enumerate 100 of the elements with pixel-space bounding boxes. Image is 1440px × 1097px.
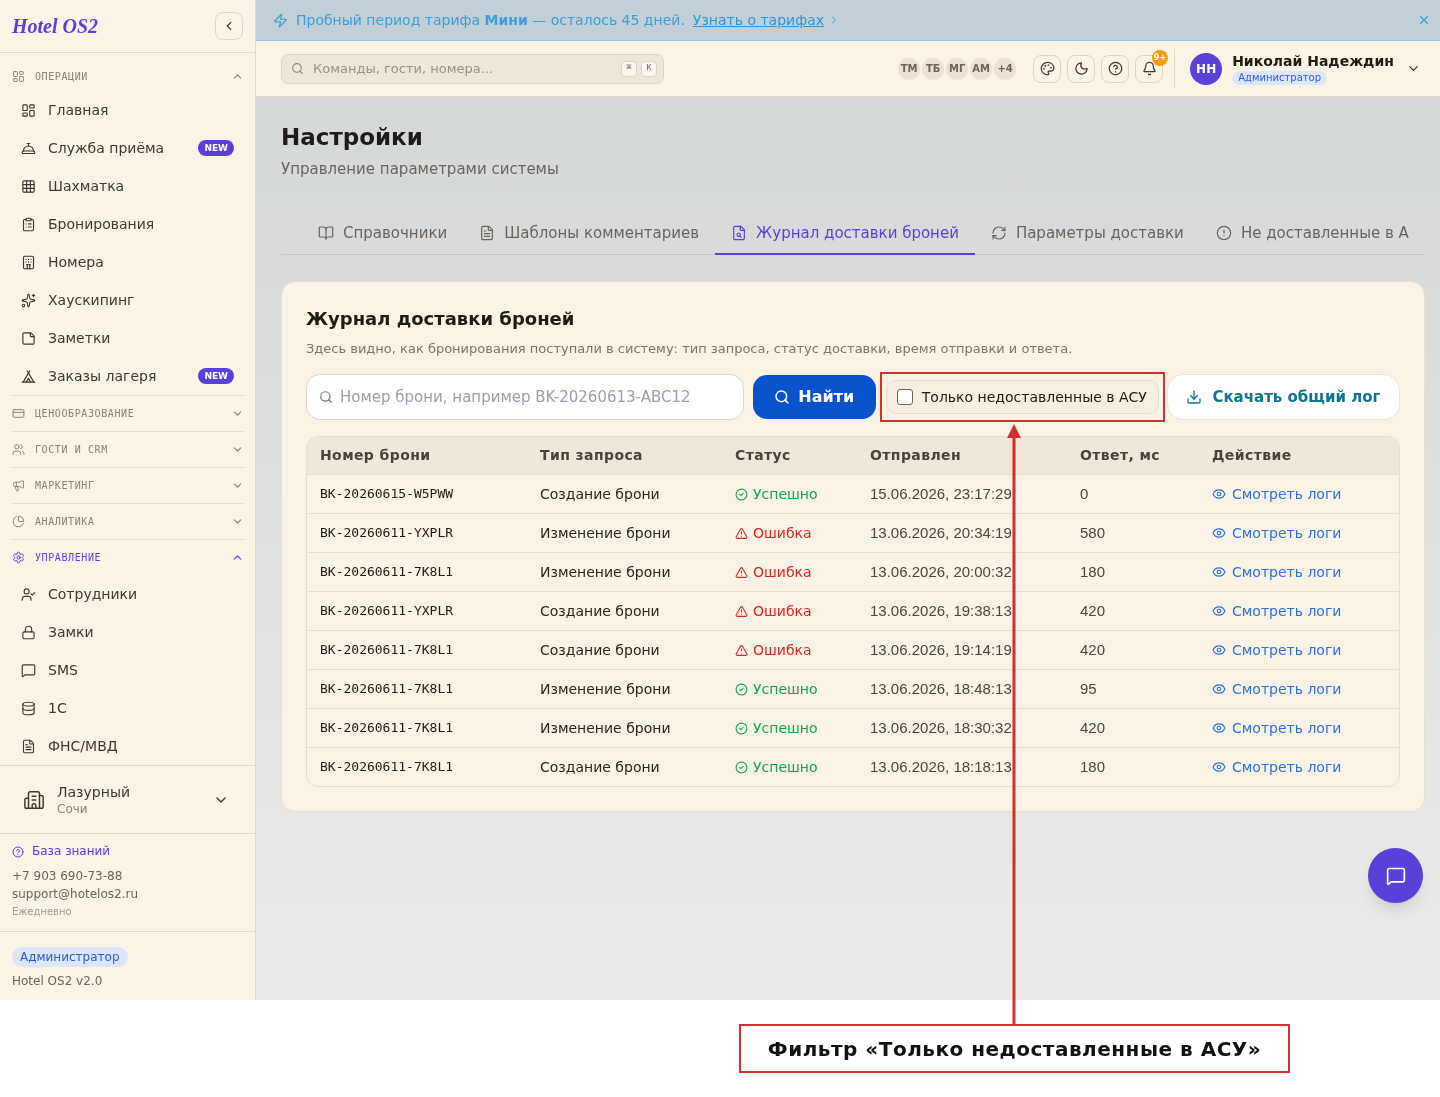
- alert-circle-icon: [1215, 225, 1232, 241]
- sidebar-item[interactable]: Шахматка: [0, 167, 255, 205]
- booking-number: BK-20260611-7K8L1: [319, 680, 455, 699]
- status-text: Успешно: [753, 679, 818, 699]
- help-icon: [12, 845, 24, 858]
- users-icon: [12, 443, 25, 456]
- user-check-icon: [21, 586, 36, 602]
- check-circle-icon: [735, 682, 748, 696]
- user-role-badge: Администратор: [1232, 71, 1328, 85]
- eye-icon: [1212, 526, 1226, 540]
- notification-count: 9+: [1151, 49, 1169, 66]
- knowledge-base-link[interactable]: База знаний: [12, 843, 243, 860]
- response-time: 420: [1080, 602, 1106, 619]
- settings-tab[interactable]: Параметры доставки: [974, 213, 1200, 255]
- booking-number: BK-20260611-YXPLR: [319, 524, 455, 543]
- pie-chart-icon: [12, 515, 25, 528]
- sidebar-item[interactable]: Заказы лагеря NEW: [0, 357, 255, 395]
- file-search-icon: [731, 225, 748, 241]
- sent-time: 13.06.2026, 18:30:32: [870, 719, 1012, 736]
- booking-number: BK-20260611-7K8L1: [319, 719, 455, 738]
- service-bell-icon: [21, 140, 36, 156]
- help-button[interactable]: [1101, 54, 1130, 83]
- chat-icon: [1385, 865, 1406, 886]
- status-text: Ошибка: [753, 562, 812, 582]
- card-icon: [12, 407, 25, 420]
- section-header[interactable]: ЦЕНООБРАЗОВАНИЕ: [12, 395, 244, 431]
- booking-search-field[interactable]: Номер брони, например BK-20260613-ABC12: [306, 374, 744, 420]
- booking-number: BK-20260611-7K8L1: [319, 758, 455, 777]
- download-log-button[interactable]: Скачать общий лог: [1166, 374, 1400, 420]
- lightning-icon: [273, 12, 288, 28]
- eye-icon: [1212, 721, 1226, 735]
- palette-icon: [1039, 61, 1055, 76]
- settings-tab[interactable]: Журнал доставки броней: [715, 213, 975, 255]
- sidebar-item[interactable]: Заметки: [0, 319, 255, 357]
- view-logs-link[interactable]: Смотреть логи: [1212, 483, 1342, 505]
- sidebar-item[interactable]: Номера: [0, 243, 255, 281]
- search-icon: [291, 61, 304, 75]
- sidebar-item[interactable]: Хаускипинг: [0, 281, 255, 319]
- sent-time: 15.06.2026, 23:17:29: [870, 485, 1012, 502]
- megaphone-icon: [12, 479, 25, 492]
- property-selector[interactable]: Лазурный Сочи: [0, 765, 255, 833]
- sent-time: 13.06.2026, 18:18:13: [870, 758, 1012, 775]
- search-button[interactable]: Найти: [752, 375, 876, 419]
- building-icon: [23, 788, 45, 811]
- booking-number: BK-20260611-7K8L1: [319, 641, 455, 660]
- dashboard-icon: [12, 69, 25, 83]
- response-time: 95: [1080, 680, 1097, 697]
- settings-tab[interactable]: Шаблоны комментариев: [463, 213, 716, 255]
- section-header[interactable]: МАРКЕТИНГ: [12, 467, 244, 503]
- column-header: Тип запроса: [539, 446, 644, 465]
- sent-time: 13.06.2026, 19:14:19: [870, 641, 1012, 658]
- eye-icon: [1212, 643, 1226, 657]
- section-header[interactable]: УПРАВЛЕНИЕ: [12, 539, 244, 575]
- section-header[interactable]: ОПЕРАЦИИ: [12, 61, 244, 91]
- dark-mode-button[interactable]: [1067, 54, 1096, 83]
- sidebar-item[interactable]: ФНС/МВД: [0, 727, 255, 765]
- section-header[interactable]: ГОСТИ И CRM: [12, 431, 244, 467]
- check-circle-icon: [735, 760, 748, 774]
- user-avatar: НН: [1190, 52, 1223, 85]
- sidebar-item[interactable]: 1С: [0, 689, 255, 727]
- view-logs-link[interactable]: Смотреть логи: [1212, 561, 1342, 583]
- new-badge: NEW: [198, 368, 234, 384]
- sent-time: 13.06.2026, 19:38:13: [870, 602, 1012, 619]
- card-title: Журнал доставки броней: [306, 307, 576, 331]
- request-type: Создание брони: [539, 757, 661, 777]
- sidebar-item[interactable]: Главная: [0, 91, 255, 129]
- theme-palette-button[interactable]: [1033, 54, 1062, 83]
- response-time: 0: [1080, 485, 1089, 502]
- settings-tab[interactable]: Справочники: [302, 213, 464, 255]
- eye-icon: [1212, 565, 1226, 579]
- user-avatar: МГ: [945, 56, 970, 81]
- column-header: Отправлен: [869, 446, 963, 465]
- sidebar-item[interactable]: Служба приёма NEW: [0, 129, 255, 167]
- tent-icon: [21, 368, 36, 384]
- sidebar-item[interactable]: SMS: [0, 651, 255, 689]
- filter-toggle[interactable]: Только недоставленные в АСУ: [885, 380, 1159, 414]
- support-email: support@hotelos2.ru: [12, 886, 140, 903]
- sidebar-item[interactable]: Бронирования: [0, 205, 255, 243]
- database-icon: [21, 700, 36, 716]
- checkbox[interactable]: [896, 389, 913, 405]
- view-logs-link[interactable]: Смотреть логи: [1212, 600, 1342, 622]
- user-avatar: +4: [993, 56, 1018, 81]
- view-logs-link[interactable]: Смотреть логи: [1212, 522, 1342, 544]
- user-avatar: ТБ: [921, 56, 946, 81]
- response-time: 580: [1080, 524, 1106, 541]
- column-header: Номер брони: [319, 446, 432, 465]
- view-logs-link[interactable]: Смотреть логи: [1212, 639, 1342, 661]
- settings-tab[interactable]: Не доставленные в А: [1199, 213, 1425, 255]
- status-text: Успешно: [753, 484, 818, 504]
- sent-time: 13.06.2026, 18:48:13: [870, 680, 1012, 697]
- view-logs-link[interactable]: Смотреть логи: [1212, 678, 1342, 700]
- sidebar-item[interactable]: Замки: [0, 613, 255, 651]
- sidebar-item[interactable]: Сотрудники: [0, 575, 255, 613]
- view-logs-link[interactable]: Смотреть логи: [1212, 756, 1342, 778]
- section-header[interactable]: АНАЛИТИКА: [12, 503, 244, 539]
- view-logs-link[interactable]: Смотреть логи: [1212, 717, 1342, 739]
- refresh-icon: [990, 225, 1007, 241]
- sent-time: 13.06.2026, 20:00:32: [870, 563, 1012, 580]
- user-avatar: ТМ: [897, 56, 922, 81]
- app-version: Hotel OS2 v2.0: [12, 973, 103, 990]
